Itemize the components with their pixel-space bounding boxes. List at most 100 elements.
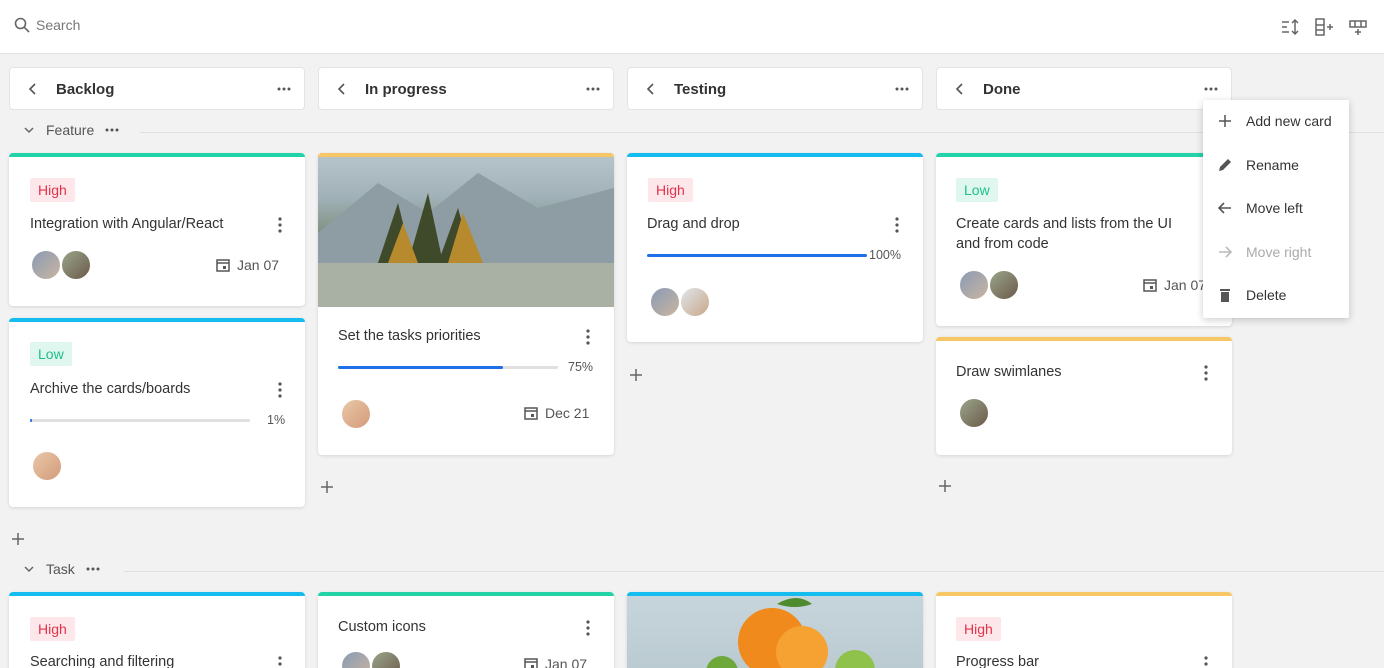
plus-icon (1219, 115, 1231, 127)
card-custom-icons[interactable]: Custom icons Jan 07 (318, 592, 614, 668)
due-date-text: Dec 21 (545, 405, 590, 421)
menu-item-label: Delete (1246, 287, 1287, 303)
card-integration[interactable]: High Integration with Angular/React Jan … (9, 153, 305, 306)
card-cover-image (627, 592, 923, 668)
avatar (958, 397, 990, 429)
swimlane-title: Feature (46, 122, 95, 138)
kebab-menu-icon[interactable] (895, 217, 899, 233)
due-date: Jan 07 (1142, 277, 1206, 293)
more-icon[interactable] (1203, 81, 1219, 97)
avatar (30, 249, 62, 281)
progress-fill (30, 419, 33, 422)
card-cover-image (318, 153, 614, 307)
card-archive[interactable]: Low Archive the cards/boards 1% (9, 318, 305, 507)
more-icon[interactable] (104, 122, 120, 138)
card-title: Drag and drop (647, 216, 740, 232)
pencil-icon (1219, 159, 1231, 171)
kebab-menu-icon[interactable] (278, 382, 282, 398)
progress-percent: 75% (568, 360, 594, 374)
card-color-bar (9, 318, 305, 322)
swimlane-header-task: Task (22, 561, 101, 577)
calendar-icon (1143, 279, 1157, 292)
add-card-icon[interactable] (320, 480, 334, 494)
kebab-menu-icon[interactable] (1204, 656, 1208, 668)
search-box[interactable]: Search (14, 17, 80, 33)
avatar (988, 269, 1020, 301)
search-input[interactable]: Search (36, 17, 80, 33)
card-create-cards[interactable]: Low Create cards and lists from the UI a… (936, 153, 1232, 326)
card-color-bar (318, 592, 614, 596)
kebab-menu-icon[interactable] (278, 217, 282, 233)
card-drag-drop[interactable]: High Drag and drop 100% (627, 153, 923, 342)
column-context-menu: Add new card Rename Move left Move right… (1203, 100, 1349, 318)
card-searching-filtering[interactable]: High Searching and filtering (9, 592, 305, 668)
menu-item-delete[interactable]: Delete (1203, 275, 1349, 315)
kebab-menu-icon[interactable] (586, 329, 590, 345)
fruit-image (627, 592, 923, 668)
swimlane-divider (124, 571, 1384, 572)
chevron-down-icon[interactable] (22, 562, 36, 576)
progress-percent: 1% (267, 413, 286, 427)
card-title: Custom icons (338, 619, 426, 635)
card-draw-swimlanes[interactable]: Draw swimlanes (936, 337, 1232, 455)
due-date-text: Jan 07 (545, 656, 588, 668)
card-color-bar (936, 153, 1232, 157)
add-row-icon[interactable] (1348, 17, 1368, 37)
progress-fill (338, 366, 503, 369)
menu-item-label: Move left (1246, 200, 1303, 216)
progress-bar (647, 254, 867, 257)
add-card-icon[interactable] (629, 368, 643, 382)
card-tasks-priorities[interactable]: Set the tasks priorities 75% Dec 21 (318, 153, 614, 455)
avatar (958, 269, 990, 301)
collapse-left-icon[interactable] (953, 81, 967, 97)
menu-item-move-left[interactable]: Move left (1203, 188, 1349, 228)
avatar (340, 650, 372, 668)
menu-item-move-right[interactable]: Move right (1203, 232, 1349, 272)
more-icon[interactable] (85, 561, 101, 577)
column-title: In progress (365, 81, 447, 98)
kebab-menu-icon[interactable] (278, 656, 282, 668)
calendar-icon (216, 259, 230, 272)
column-title: Testing (674, 81, 727, 98)
kebab-menu-icon[interactable] (586, 620, 590, 636)
kebab-menu-icon[interactable] (1204, 365, 1208, 381)
arrow-left-icon (1217, 202, 1231, 214)
calendar-icon (524, 407, 538, 420)
card-title: Searching and filtering (30, 654, 175, 668)
calendar-icon (524, 658, 538, 668)
column-header-in-progress: In progress (318, 67, 614, 110)
menu-item-label: Add new card (1246, 113, 1332, 129)
card-color-bar (9, 592, 305, 596)
card-title: Set the tasks priorities (338, 328, 481, 344)
swimlane-title: Task (46, 561, 75, 577)
collapse-left-icon[interactable] (644, 81, 658, 97)
sort-icon[interactable] (1280, 17, 1300, 37)
card-title: Archive the cards/boards (30, 381, 191, 397)
avatar (679, 286, 711, 318)
chevron-down-icon[interactable] (22, 123, 36, 137)
column-header-backlog: Backlog (9, 67, 305, 110)
menu-item-rename[interactable]: Rename (1203, 145, 1349, 185)
add-card-icon[interactable] (938, 479, 952, 493)
column-title: Done (983, 81, 1021, 98)
collapse-left-icon[interactable] (335, 81, 349, 97)
add-column-icon[interactable] (1314, 17, 1334, 37)
menu-item-label: Move right (1246, 244, 1312, 260)
card-progress-bar[interactable]: High Progress bar (936, 592, 1232, 668)
due-date: Dec 21 (523, 405, 589, 421)
collapse-left-icon[interactable] (26, 81, 40, 97)
avatar (31, 450, 63, 482)
priority-badge: High (30, 617, 75, 641)
card-fruit-image[interactable] (627, 592, 923, 668)
swimlane-header-feature: Feature (22, 122, 120, 138)
more-icon[interactable] (585, 81, 601, 97)
more-icon[interactable] (276, 81, 292, 97)
column-title: Backlog (56, 81, 115, 98)
column-header-done: Done (936, 67, 1232, 110)
progress-bar (30, 419, 250, 422)
more-icon[interactable] (894, 81, 910, 97)
due-date-text: Jan 07 (237, 257, 280, 273)
menu-item-add-new-card[interactable]: Add new card (1203, 101, 1349, 141)
avatar (649, 286, 681, 318)
add-swimlane-icon[interactable] (11, 532, 25, 546)
